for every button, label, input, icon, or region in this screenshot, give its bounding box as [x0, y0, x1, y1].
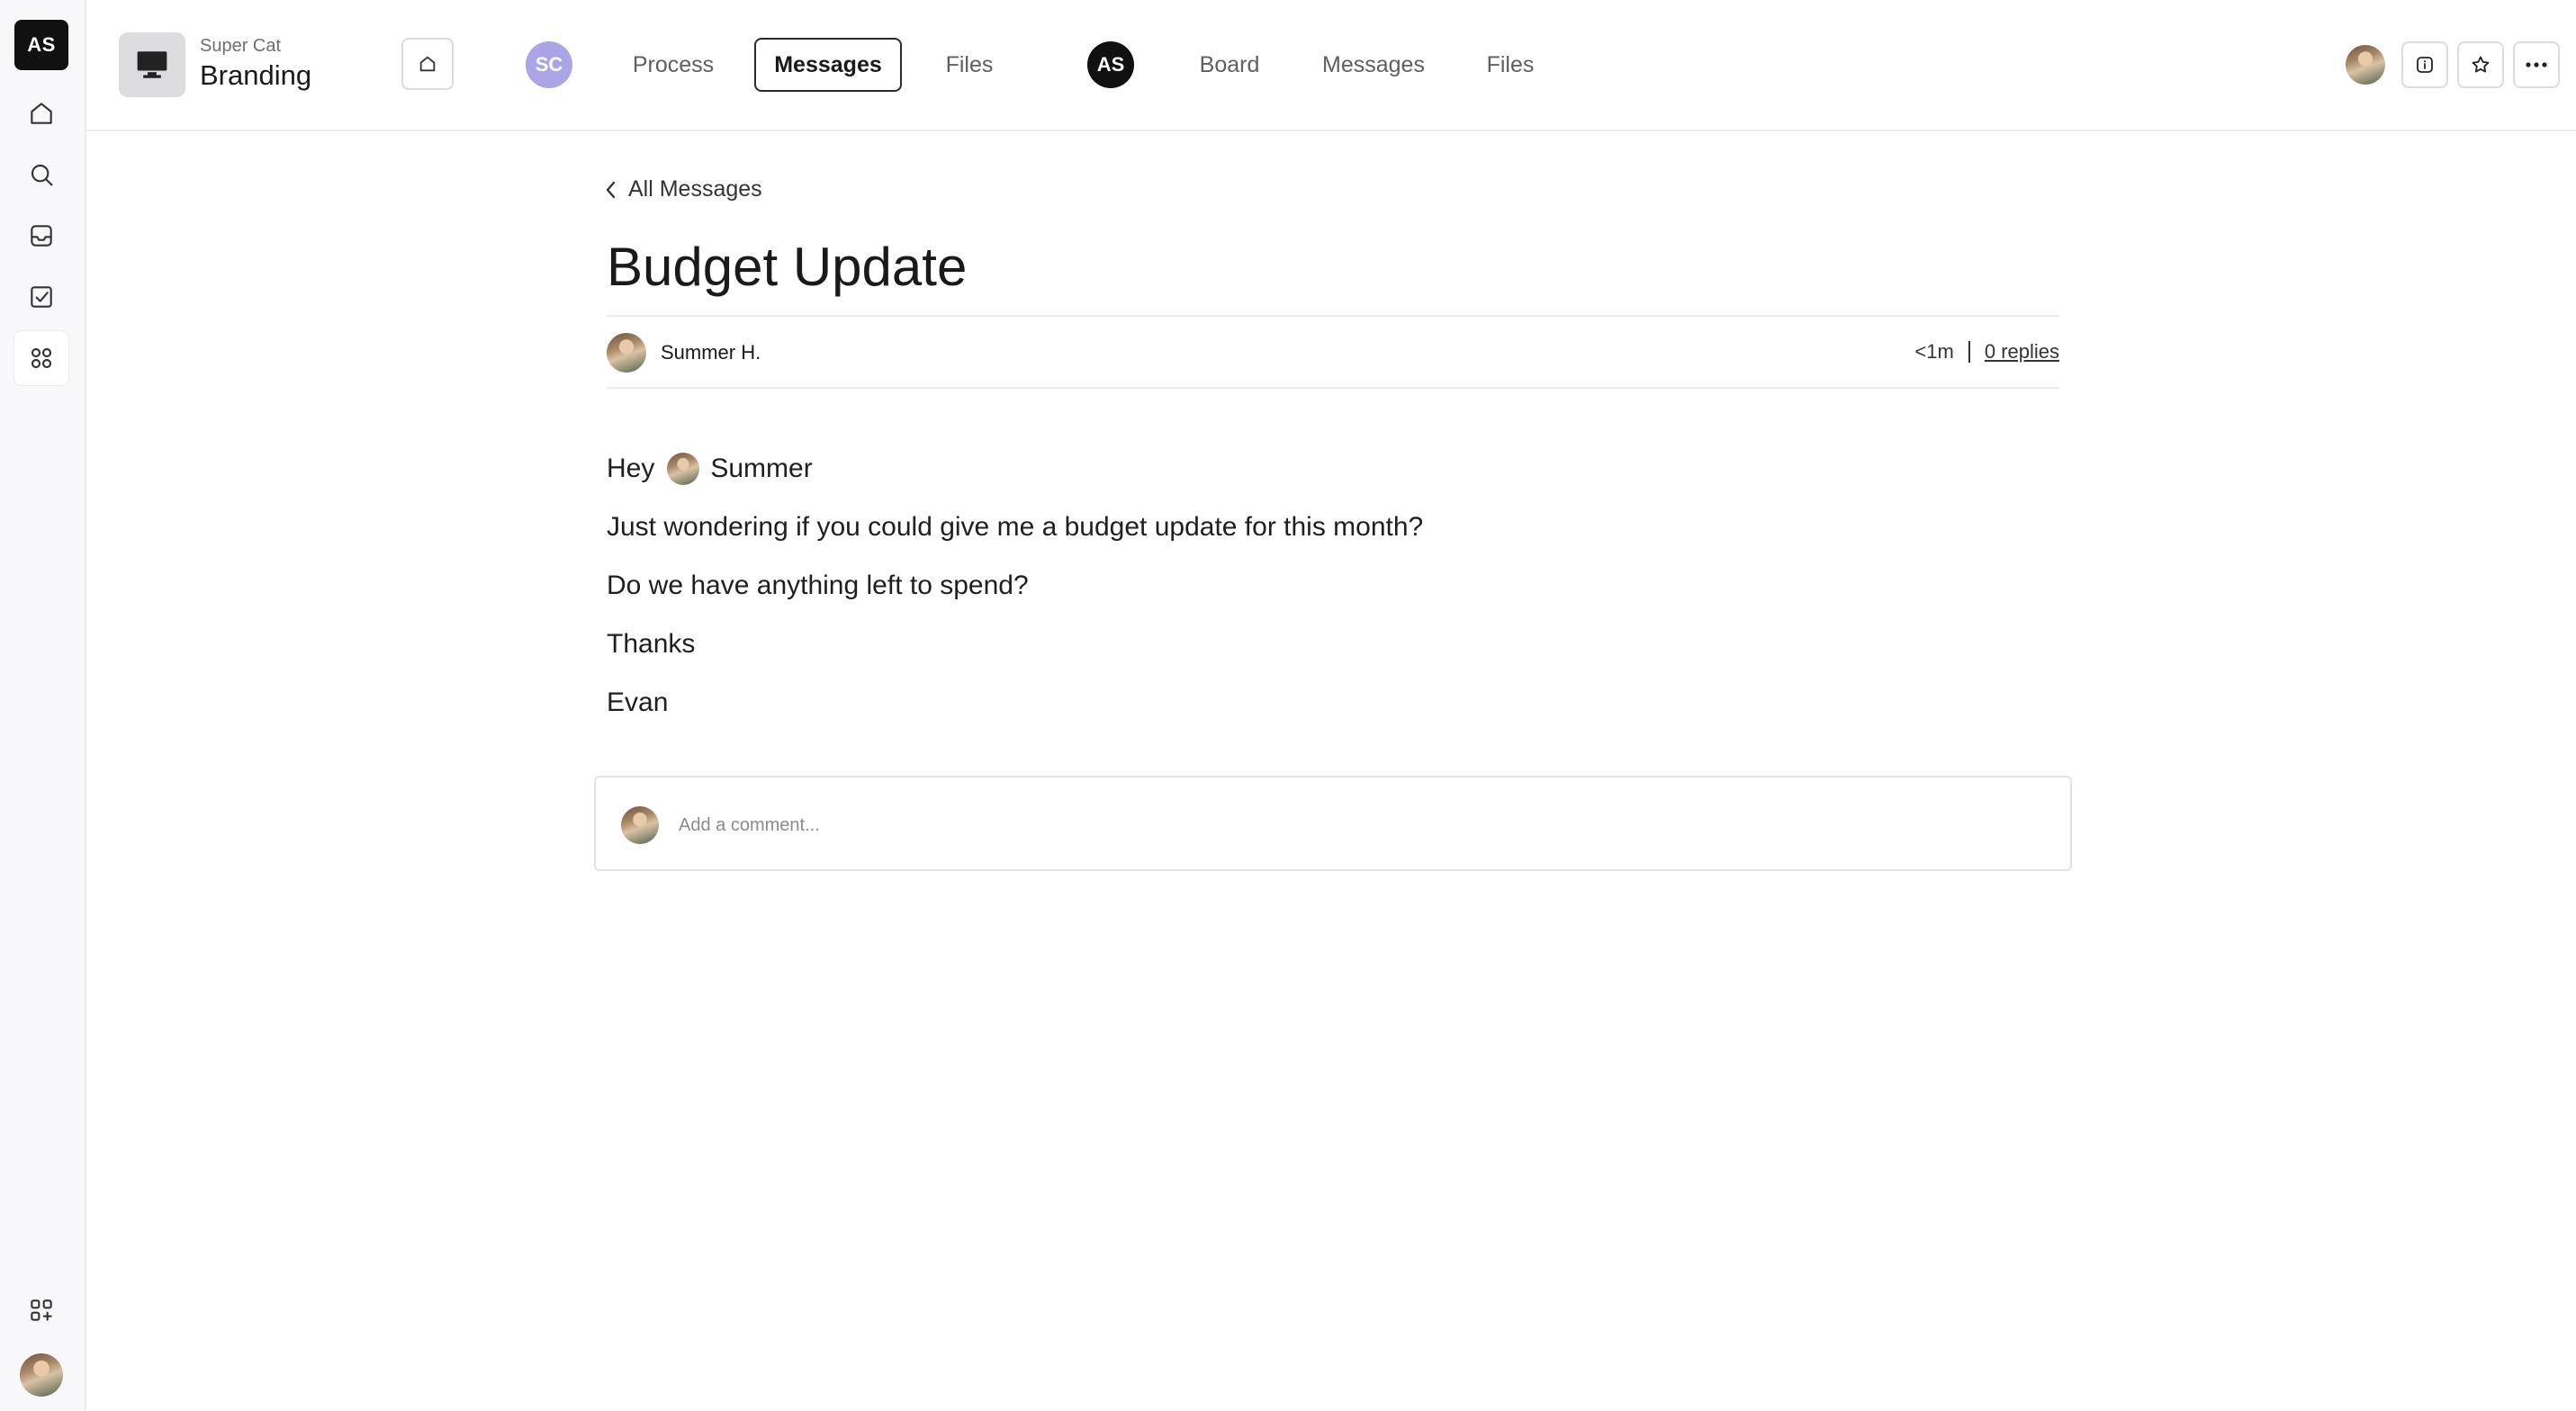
author[interactable]: Summer H. — [607, 333, 761, 373]
tab-board[interactable]: Board — [1174, 38, 1285, 92]
body-line: Hey Summer — [607, 439, 1423, 498]
author-avatar — [607, 333, 646, 373]
project-org: Super Cat — [200, 36, 282, 56]
tab-files-as[interactable]: Files — [1464, 38, 1557, 92]
mention-avatar — [667, 452, 700, 485]
apps-grid-icon — [31, 347, 52, 369]
message-time: <1m — [1914, 340, 1954, 363]
greeting-text: Hey — [607, 453, 655, 483]
rail-apps-button[interactable] — [14, 331, 68, 385]
rail-add-apps-button[interactable] — [14, 1283, 68, 1337]
message-body: Hey Summer Just wondering if you could g… — [607, 439, 1423, 732]
body-line: Evan — [607, 687, 669, 717]
task-check-icon — [31, 286, 52, 308]
more-horizontal-icon — [2526, 62, 2547, 67]
rail-inbox-button[interactable] — [14, 209, 68, 263]
info-icon — [2417, 57, 2433, 73]
project-icon[interactable] — [119, 32, 185, 97]
member-avatar[interactable] — [2346, 45, 2385, 85]
rail-search-button[interactable] — [14, 148, 68, 202]
project-home-button[interactable] — [401, 38, 454, 90]
tab-messages[interactable]: Messages — [754, 38, 902, 92]
rail-tasks-button[interactable] — [14, 270, 68, 324]
team-badge-sc[interactable]: SC — [526, 41, 572, 88]
left-rail: AS — [0, 0, 86, 1411]
message-title: Budget Update — [607, 237, 968, 297]
rail-home-button[interactable] — [14, 86, 68, 140]
comment-input[interactable] — [679, 804, 2029, 846]
inbox-icon — [31, 225, 52, 247]
monitor-icon — [137, 51, 167, 78]
add-apps-icon — [31, 1299, 52, 1321]
project-name[interactable]: Branding — [200, 59, 311, 92]
tab-messages-as[interactable]: Messages — [1302, 38, 1446, 92]
home-icon — [419, 56, 436, 72]
tab-files[interactable]: Files — [920, 38, 1019, 92]
meta-divider — [1968, 341, 1970, 363]
more-options-button[interactable] — [2513, 41, 2560, 88]
body-line: Thanks — [607, 628, 696, 659]
tab-process[interactable]: Process — [610, 38, 736, 92]
commenter-avatar — [621, 806, 659, 844]
chevron-left-icon — [606, 181, 616, 198]
back-link-label: All Messages — [628, 176, 762, 202]
body-line: Do we have anything left to spend? — [607, 570, 1029, 600]
team-badge-as[interactable]: AS — [1087, 41, 1134, 88]
home-icon — [31, 103, 52, 124]
body-line: Just wondering if you could give me a bu… — [607, 511, 1424, 542]
profile-avatar[interactable] — [20, 1353, 63, 1397]
top-bar: Super Cat Branding SC Process Messages F… — [86, 0, 2576, 131]
mention-name: Summer — [710, 453, 813, 483]
workspace-badge[interactable]: AS — [14, 20, 68, 70]
comment-box[interactable] — [594, 776, 2072, 871]
author-name: Summer H. — [661, 341, 761, 364]
info-button[interactable] — [2401, 41, 2448, 88]
star-icon — [2472, 56, 2490, 73]
back-to-all-messages[interactable]: All Messages — [605, 176, 762, 202]
favorite-button[interactable] — [2457, 41, 2504, 88]
user-mention[interactable]: Summer — [667, 452, 813, 485]
replies-link[interactable]: 0 replies — [1985, 340, 2059, 364]
message-meta: Summer H. <1m 0 replies — [607, 315, 2059, 389]
search-icon — [31, 164, 53, 186]
